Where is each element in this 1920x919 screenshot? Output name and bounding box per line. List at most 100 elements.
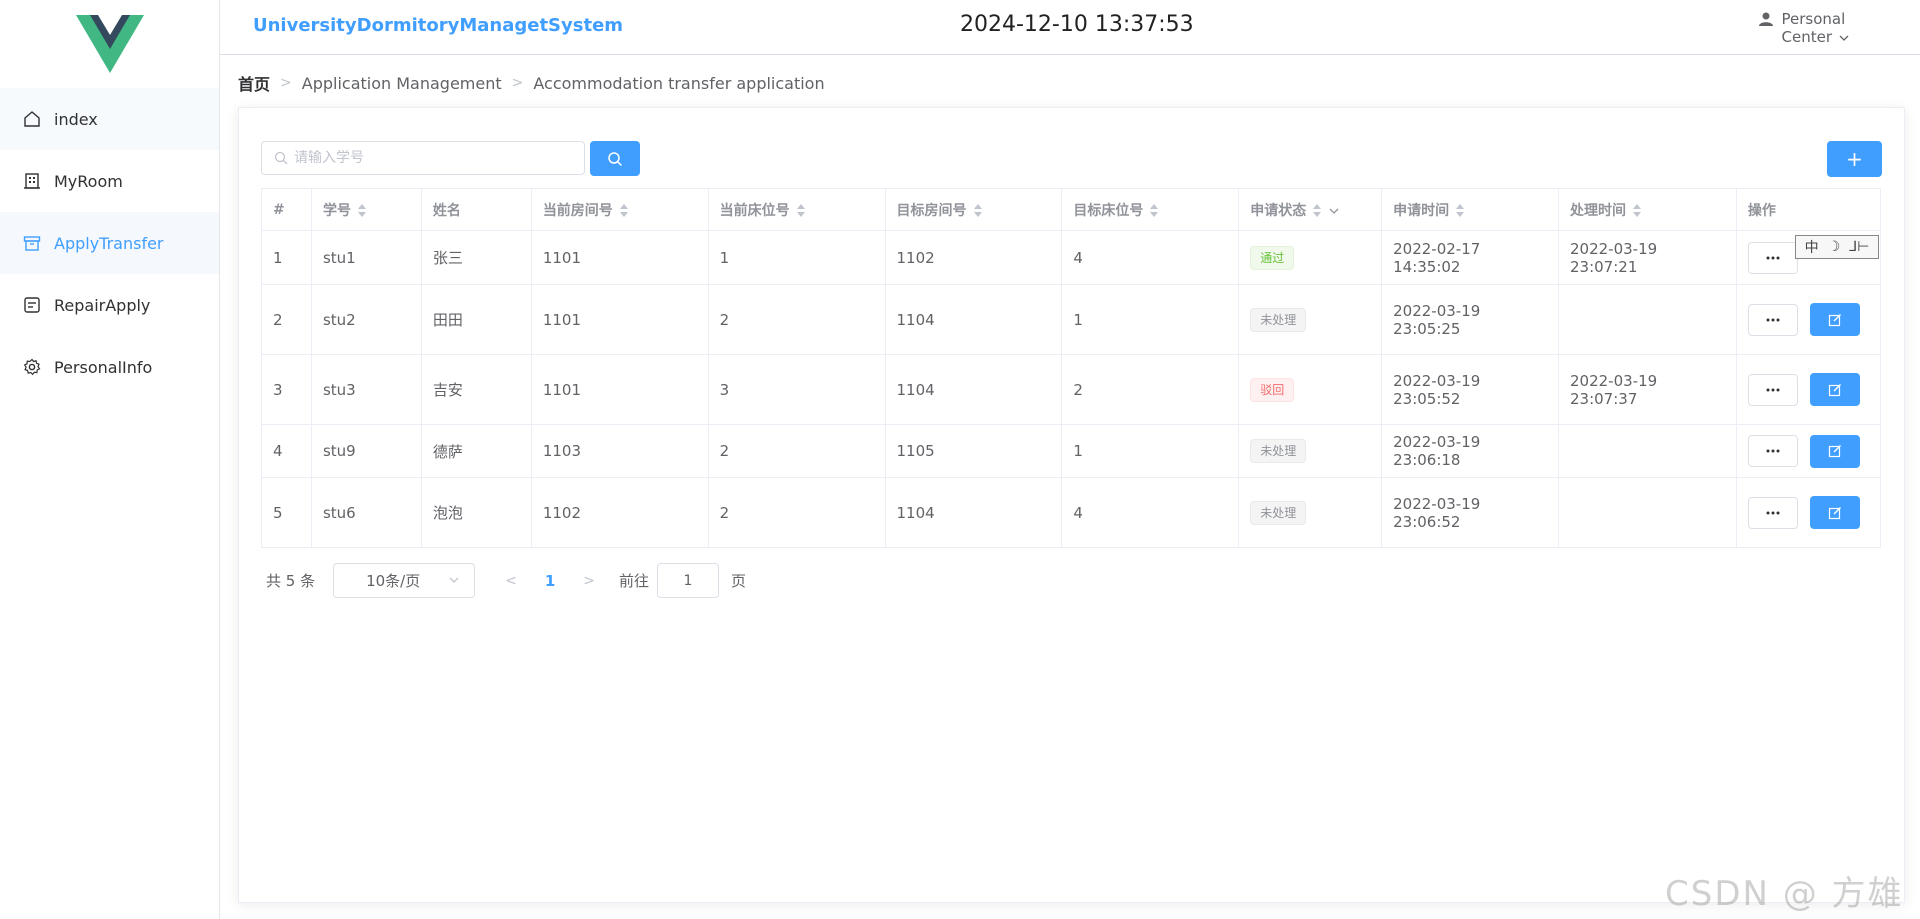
edit-icon xyxy=(1828,313,1841,326)
cell-target-bed: 1 xyxy=(1061,284,1240,355)
cell-name: 德萨 xyxy=(420,424,532,478)
more-button[interactable] xyxy=(1747,303,1798,336)
ime-moon-icon[interactable]: ☽ xyxy=(1828,239,1841,255)
cell-student-id: stu9 xyxy=(310,424,422,478)
more-icon xyxy=(1766,449,1780,453)
sidebar-item-label: PersonalInfo xyxy=(54,357,153,377)
cell-current-room: 1102 xyxy=(530,477,709,548)
cell-apply-time: 2022-02-17 14:35:02 xyxy=(1381,230,1559,285)
user-icon xyxy=(1758,12,1773,26)
sidebar-item-applytransfer[interactable]: ApplyTransfer xyxy=(0,212,219,274)
pagination: 共 5 条 10条/页 < 1 > 前往 页 xyxy=(266,563,746,598)
sidebar-item-repairapply[interactable]: RepairApply xyxy=(0,274,219,336)
cell-actions xyxy=(1735,354,1882,425)
vue-logo xyxy=(0,0,219,88)
edit-icon xyxy=(1828,506,1841,519)
sidebar: index MyRoom ApplyTransfer RepairApply P… xyxy=(0,0,220,919)
sort-icon[interactable] xyxy=(796,203,806,218)
cell-name: 吉安 xyxy=(420,354,532,425)
cell-process-time: 2022-03-19 23:07:37 xyxy=(1558,354,1737,425)
cell-student-id: stu6 xyxy=(310,477,422,548)
building-icon xyxy=(22,171,42,191)
sort-icon[interactable] xyxy=(357,203,367,218)
cell-name: 泡泡 xyxy=(420,477,532,548)
breadcrumb: 首页 > Application Management > Accommodat… xyxy=(238,71,825,95)
more-button[interactable] xyxy=(1747,373,1798,406)
cell-apply-time: 2022-03-19 23:05:52 xyxy=(1381,354,1559,425)
search-input[interactable] xyxy=(294,150,574,166)
column-header-apply-time[interactable]: 申请时间 xyxy=(1381,188,1559,231)
edit-button[interactable] xyxy=(1809,303,1860,336)
cell-index: 1 xyxy=(261,230,312,285)
breadcrumb-level2: Accommodation transfer application xyxy=(533,73,825,93)
cell-apply-time: 2022-03-19 23:06:18 xyxy=(1381,424,1559,478)
more-button[interactable] xyxy=(1747,435,1798,467)
cell-status: 未处理 xyxy=(1238,477,1383,548)
search-icon xyxy=(608,151,623,166)
breadcrumb-level1[interactable]: Application Management xyxy=(302,74,502,93)
sort-icon[interactable] xyxy=(973,203,983,218)
sort-icon[interactable] xyxy=(1149,203,1159,218)
cell-apply-time: 2022-03-19 23:05:25 xyxy=(1381,284,1559,355)
sort-icon[interactable] xyxy=(619,203,629,218)
cell-target-bed: 4 xyxy=(1061,477,1240,548)
status-badge: 通过 xyxy=(1250,245,1295,270)
cell-index: 3 xyxy=(261,354,312,425)
sort-icon[interactable] xyxy=(1455,203,1465,218)
edit-icon xyxy=(1828,383,1841,396)
more-button[interactable] xyxy=(1747,241,1798,274)
column-header-index: # xyxy=(261,188,312,231)
sidebar-item-index[interactable]: index xyxy=(0,88,219,150)
status-badge: 未处理 xyxy=(1250,307,1307,332)
column-header-process-time[interactable]: 处理时间 xyxy=(1558,188,1737,231)
edit-button[interactable] xyxy=(1809,373,1860,406)
breadcrumb-home[interactable]: 首页 xyxy=(238,71,270,95)
sidebar-item-myroom[interactable]: MyRoom xyxy=(0,150,219,212)
page-number-1[interactable]: 1 xyxy=(545,572,555,590)
search-button[interactable] xyxy=(590,141,640,176)
page-size-select[interactable]: 10条/页 xyxy=(333,563,476,598)
add-button[interactable]: + xyxy=(1827,141,1882,177)
column-header-status[interactable]: 申请状态 xyxy=(1238,188,1383,231)
column-header-current-room[interactable]: 当前房间号 xyxy=(530,188,709,231)
cell-actions xyxy=(1735,284,1882,355)
pagination-total: 共 5 条 xyxy=(266,572,316,590)
app-root: index MyRoom ApplyTransfer RepairApply P… xyxy=(0,0,1920,919)
edit-button[interactable] xyxy=(1809,434,1860,468)
column-header-target-room[interactable]: 目标房间号 xyxy=(884,188,1063,231)
cell-current-room: 1103 xyxy=(530,424,709,478)
search-icon xyxy=(274,151,288,165)
goto-page-input[interactable] xyxy=(657,563,720,598)
more-icon xyxy=(1766,388,1780,391)
column-header-current-bed[interactable]: 当前床位号 xyxy=(707,188,886,231)
ime-width-icon[interactable]: ⅃⊢ xyxy=(1849,239,1869,255)
ime-chinese-mode[interactable]: 中 xyxy=(1805,237,1819,257)
watermark: CSDN @ 方雄 xyxy=(1665,874,1904,914)
column-header-actions: 操作 xyxy=(1735,188,1882,231)
cell-apply-time: 2022-03-19 23:06:52 xyxy=(1381,477,1559,548)
cell-student-id: stu3 xyxy=(310,354,422,425)
search-field[interactable] xyxy=(261,141,585,175)
edit-button[interactable] xyxy=(1809,496,1860,529)
next-page-button[interactable]: > xyxy=(583,573,595,589)
more-button[interactable] xyxy=(1747,496,1798,529)
column-header-target-bed[interactable]: 目标床位号 xyxy=(1061,188,1240,231)
cell-target-room: 1102 xyxy=(884,230,1063,285)
sidebar-item-label: MyRoom xyxy=(54,171,123,191)
cell-process-time xyxy=(1558,477,1737,548)
prev-page-button[interactable]: < xyxy=(505,573,517,589)
box-icon xyxy=(22,233,42,253)
transfer-applications-table: # 学号 姓名 当前房间号 当前床位号 目标房间号 目标床位号 申请状态 申请时… xyxy=(261,188,1882,548)
filter-chevron-icon[interactable] xyxy=(1328,205,1340,217)
plus-icon: + xyxy=(1846,147,1863,171)
sort-icon[interactable] xyxy=(1312,203,1322,218)
cell-process-time xyxy=(1558,284,1737,355)
column-header-student-id[interactable]: 学号 xyxy=(310,188,422,231)
ime-toolbar[interactable]: 中 ☽ ⅃⊢ xyxy=(1795,235,1879,259)
personal-center-dropdown[interactable]: Personal Center xyxy=(1758,10,1851,46)
sidebar-item-personalinfo[interactable]: PersonalInfo xyxy=(0,336,219,398)
cell-current-bed: 2 xyxy=(707,477,886,548)
more-icon xyxy=(1766,318,1780,321)
sort-icon[interactable] xyxy=(1632,203,1642,218)
more-icon xyxy=(1766,256,1780,259)
